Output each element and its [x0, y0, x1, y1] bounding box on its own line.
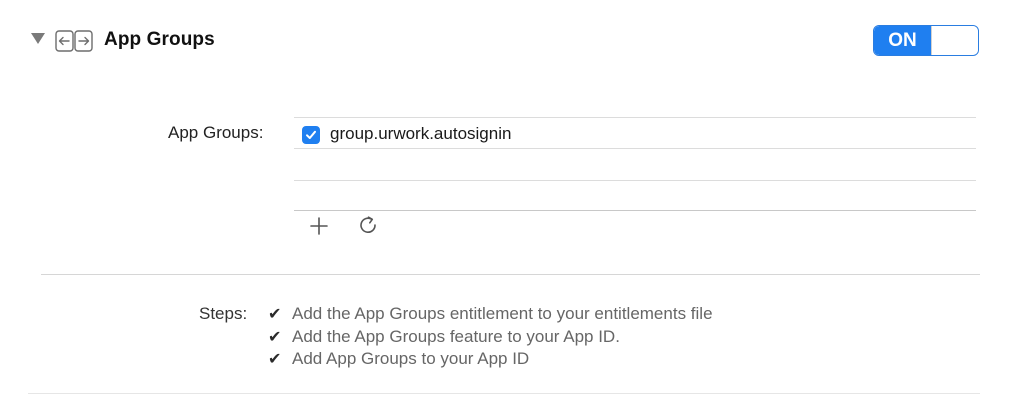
step-text: Add the App Groups entitlement to your e…: [292, 304, 713, 323]
step-item: ✔ Add the App Groups feature to your App…: [268, 327, 620, 347]
steps-label: Steps:: [199, 304, 248, 323]
step-text: Add App Groups to your App ID: [292, 349, 530, 368]
toggle-on-label: ON: [874, 26, 931, 55]
checkmark-icon: ✔: [268, 306, 282, 323]
app-groups-label: App Groups:: [168, 123, 264, 142]
refresh-icon[interactable]: [357, 214, 379, 236]
step-text: Add the App Groups feature to your App I…: [292, 327, 620, 346]
step-item: ✔ Add the App Groups entitlement to your…: [268, 304, 713, 324]
plus-icon[interactable]: [308, 215, 330, 237]
bottom-divider: [28, 393, 980, 394]
checkmark-icon: ✔: [268, 329, 282, 346]
app-groups-capability-icon: [55, 30, 93, 52]
group-checkbox[interactable]: [302, 126, 320, 144]
capability-toggle[interactable]: ON: [873, 25, 979, 56]
list-divider: [294, 148, 976, 149]
group-identifier[interactable]: group.urwork.autosignin: [330, 124, 511, 144]
checkmark-icon: ✔: [268, 351, 282, 368]
list-divider: [294, 210, 976, 211]
list-divider: [294, 117, 976, 118]
toggle-knob: [931, 26, 978, 55]
checkmark-icon: [306, 130, 316, 139]
disclosure-triangle-icon[interactable]: [31, 33, 45, 44]
section-title: App Groups: [104, 29, 215, 50]
list-divider: [294, 180, 976, 181]
section-divider: [41, 274, 980, 275]
step-item: ✔ Add App Groups to your App ID: [268, 349, 529, 369]
